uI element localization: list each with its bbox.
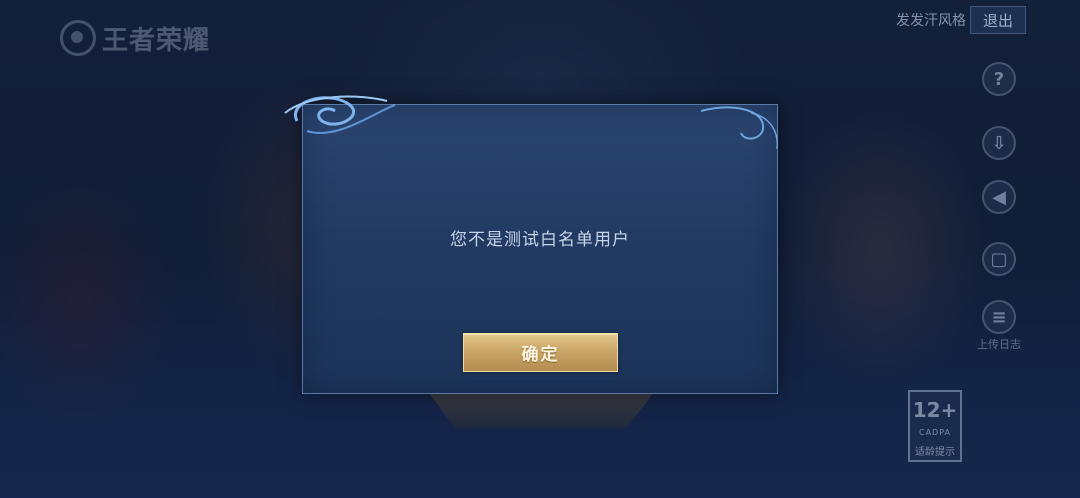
age-rating-org: CADPA xyxy=(918,428,951,437)
swirl-ornament-right-icon xyxy=(701,106,779,150)
logo-text: 王者荣耀 xyxy=(102,25,211,56)
swirl-ornament-icon xyxy=(284,95,396,134)
confirm-button[interactable]: 确定 xyxy=(463,333,618,372)
help-icon: ? xyxy=(982,62,1016,96)
logo-mark-icon xyxy=(60,20,96,56)
upload-log-label: 上传日志 xyxy=(977,338,1021,351)
logout-button[interactable]: 退出 xyxy=(970,6,1026,34)
download-icon: ⇩ xyxy=(982,126,1016,160)
log-icon: ≡ xyxy=(982,300,1016,334)
upload-log-button[interactable]: ≡ 上传日志 xyxy=(977,300,1021,352)
card-button[interactable]: ▢ xyxy=(977,242,1021,276)
help-button[interactable]: ? xyxy=(977,62,1021,96)
sound-button[interactable]: ◀ xyxy=(977,180,1021,214)
age-rating-badge[interactable]: 12+ CADPA 适龄提示 xyxy=(908,390,962,462)
age-rating-tip: 适龄提示 xyxy=(915,447,955,458)
card-icon: ▢ xyxy=(982,242,1016,276)
age-rating-value: 12+ xyxy=(912,398,958,422)
background-plaque xyxy=(428,392,654,428)
download-button[interactable]: ⇩ xyxy=(977,126,1021,160)
alert-dialog: 您不是测试白名单用户 确定 xyxy=(284,95,779,394)
game-logo: 王者荣耀 xyxy=(60,18,210,58)
speaker-icon: ◀ xyxy=(982,180,1016,214)
dialog-message: 您不是测试白名单用户 xyxy=(450,230,630,250)
account-name: 发发汗风格 xyxy=(896,13,966,29)
